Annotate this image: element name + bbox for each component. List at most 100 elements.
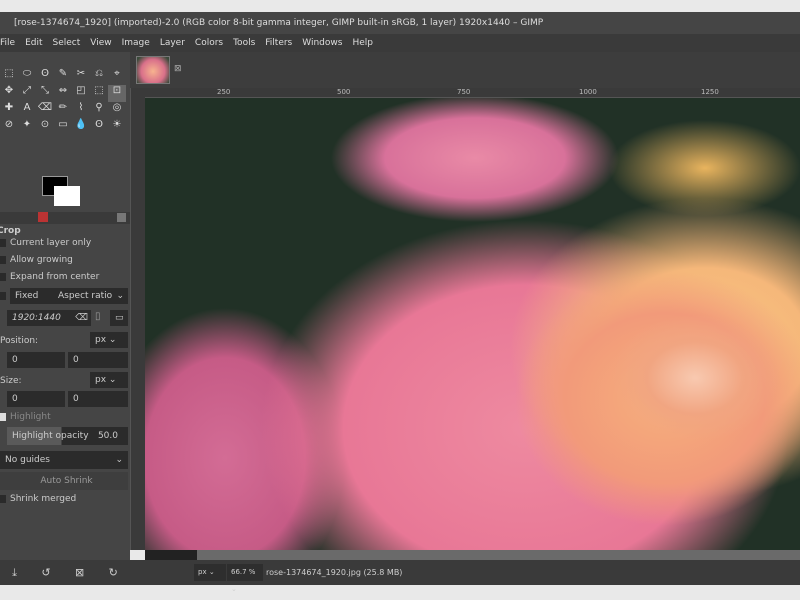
ratio-value: 1920:1440 <box>12 313 61 323</box>
value: 50.0 <box>97 431 118 441</box>
tool-icon[interactable]: ✎ <box>54 68 72 85</box>
value: No guides <box>5 455 50 465</box>
tool-icon[interactable]: ⚲ <box>90 102 108 119</box>
tool-icon[interactable]: ⌫ <box>36 102 54 119</box>
position-unit-select[interactable]: px ⌄ <box>90 332 128 348</box>
menu-tools[interactable]: Tools <box>233 34 255 52</box>
portrait-icon[interactable]: ▯ <box>95 311 101 322</box>
tool-icon[interactable]: A <box>18 102 36 119</box>
ruler-label: 1250 <box>701 88 719 96</box>
tool-icon[interactable]: 💧 <box>72 119 90 136</box>
highlight-checkbox[interactable]: Highlight <box>0 412 130 422</box>
menu-filters[interactable]: Filters <box>265 34 292 52</box>
background-color-swatch[interactable] <box>54 186 80 206</box>
label: Highlight <box>10 412 51 422</box>
image-tab-thumbnail[interactable] <box>136 56 170 84</box>
tool-icon[interactable]: ⇔ <box>54 85 72 102</box>
tool-icon[interactable]: ⎌ <box>90 68 108 85</box>
panel-menu-icon[interactable] <box>117 213 126 222</box>
unit-value: px <box>95 375 107 385</box>
tool-icon[interactable]: ⊘ <box>0 119 18 136</box>
reset-options-icon[interactable]: ↻ <box>109 560 118 585</box>
ruler-label: 500 <box>337 88 351 96</box>
horizontal-scrollbar[interactable] <box>145 550 800 560</box>
tool-icon[interactable]: ✂ <box>72 68 90 85</box>
label: Highlight opacity <box>12 431 89 441</box>
tool-icon[interactable]: ⬭ <box>18 68 36 85</box>
menu-bar: File Edit Select View Image Layer Colors… <box>0 34 800 52</box>
tool-icon[interactable]: ⌇ <box>72 102 90 119</box>
tool-icon[interactable]: ʘ <box>90 119 108 136</box>
image-tabs <box>130 52 800 88</box>
tool-icon[interactable]: ◎ <box>108 102 126 119</box>
tool-icon[interactable]: ✏ <box>54 102 72 119</box>
tool-icon[interactable]: ☀ <box>108 119 126 136</box>
ruler-label: 1000 <box>579 88 597 96</box>
value: px <box>198 568 207 576</box>
tool-icon[interactable]: ⤢ <box>18 85 36 102</box>
size-w-input[interactable]: 0 <box>7 391 65 407</box>
title-bar: [rose-1374674_1920] (imported)-2.0 (RGB … <box>0 12 800 34</box>
unit-value: px <box>95 335 107 345</box>
ruler-label: 250 <box>217 88 231 96</box>
tool-icon[interactable]: ⤡ <box>36 85 54 102</box>
horizontal-ruler: 250 500 750 1000 1250 <box>145 88 800 98</box>
zoom-select[interactable]: 66.7 % ⌄ <box>227 564 263 593</box>
tool-icon[interactable]: ▭ <box>54 119 72 136</box>
chevron-down-icon: ⌄ <box>116 291 124 301</box>
tool-options-tabs <box>0 212 130 224</box>
tool-icon[interactable]: ✦ <box>18 119 36 136</box>
tool-options-title: Crop <box>0 226 21 236</box>
current-layer-only-checkbox[interactable]: Current layer only <box>0 238 130 248</box>
aspect-mode-value: Aspect ratio <box>58 291 113 301</box>
tool-icon[interactable]: ⌖ <box>108 68 126 85</box>
save-options-icon[interactable]: ⤓ <box>12 560 17 585</box>
delete-options-icon[interactable]: ⊠ <box>75 560 84 585</box>
position-y-input[interactable]: 0 <box>68 352 128 368</box>
aspect-mode-select[interactable]: Fixed Aspect ratio ⌄ <box>10 288 128 304</box>
size-unit-select[interactable]: px ⌄ <box>90 372 128 388</box>
menu-layer[interactable]: Layer <box>160 34 185 52</box>
menu-select[interactable]: Select <box>53 34 81 52</box>
menu-image[interactable]: Image <box>122 34 150 52</box>
tab-images-icon[interactable] <box>38 212 48 222</box>
restore-options-icon[interactable]: ↺ <box>41 560 50 585</box>
allow-growing-checkbox[interactable]: Allow growing <box>0 255 130 265</box>
label: Allow growing <box>10 255 73 265</box>
menu-edit[interactable]: Edit <box>25 34 42 52</box>
fixed-label: Fixed <box>15 291 39 301</box>
chevron-down-icon: ⌄ <box>115 455 123 465</box>
tool-icon[interactable]: ◰ <box>72 85 90 102</box>
menu-colors[interactable]: Colors <box>195 34 223 52</box>
tool-icon[interactable]: ⊡ <box>108 85 126 102</box>
tool-icon[interactable]: ⬚ <box>0 68 18 85</box>
unit-select[interactable]: px ⌄ <box>194 564 226 581</box>
auto-shrink-button[interactable]: Auto Shrink <box>0 472 128 490</box>
menu-view[interactable]: View <box>90 34 111 52</box>
close-tab-icon[interactable]: ⊠ <box>174 64 182 74</box>
position-x-input[interactable]: 0 <box>7 352 65 368</box>
highlight-opacity-slider[interactable]: Highlight opacity 50.0 <box>7 427 128 445</box>
size-h-input[interactable]: 0 <box>68 391 128 407</box>
status-file-info: rose-1374674_1920.jpg (25.8 MB) <box>266 568 403 577</box>
guides-select[interactable]: No guides ⌄ <box>0 451 128 469</box>
vertical-ruler <box>130 88 145 550</box>
clear-icon[interactable]: ⌫ <box>75 310 88 326</box>
status-bar: px ⌄ 66.7 % ⌄ rose-1374674_1920.jpg (25.… <box>130 560 800 593</box>
menu-file[interactable]: File <box>0 34 15 52</box>
tool-icon[interactable]: ⊙ <box>36 119 54 136</box>
ratio-input[interactable]: 1920:1440 ⌫ <box>7 310 91 326</box>
label: Shrink merged <box>10 494 77 504</box>
landscape-icon[interactable]: ▭ <box>110 310 128 326</box>
expand-from-center-checkbox[interactable]: Expand from center <box>0 272 130 282</box>
shrink-merged-checkbox[interactable]: Shrink merged <box>0 494 130 504</box>
image-canvas[interactable] <box>145 98 800 550</box>
tool-icon[interactable]: ✥ <box>0 85 18 102</box>
menu-help[interactable]: Help <box>352 34 373 52</box>
tool-icon[interactable]: ✚ <box>0 102 18 119</box>
tool-icon[interactable]: ʘ <box>36 68 54 85</box>
tool-icon[interactable]: ⬚ <box>90 85 108 102</box>
tool-grid: ⬚ ⬭ ʘ ✎ ✂ ⎌ ⌖ ✥ ⤢ ⤡ ⇔ ◰ ⬚ ⊡ ✚ A ⌫ ✏ ⌇ ⚲ ◎ ⊘ ✦ ⊙ ▭ 💧 ʘ ☀ <box>0 68 126 136</box>
label: Expand from center <box>10 272 100 282</box>
menu-windows[interactable]: Windows <box>302 34 342 52</box>
